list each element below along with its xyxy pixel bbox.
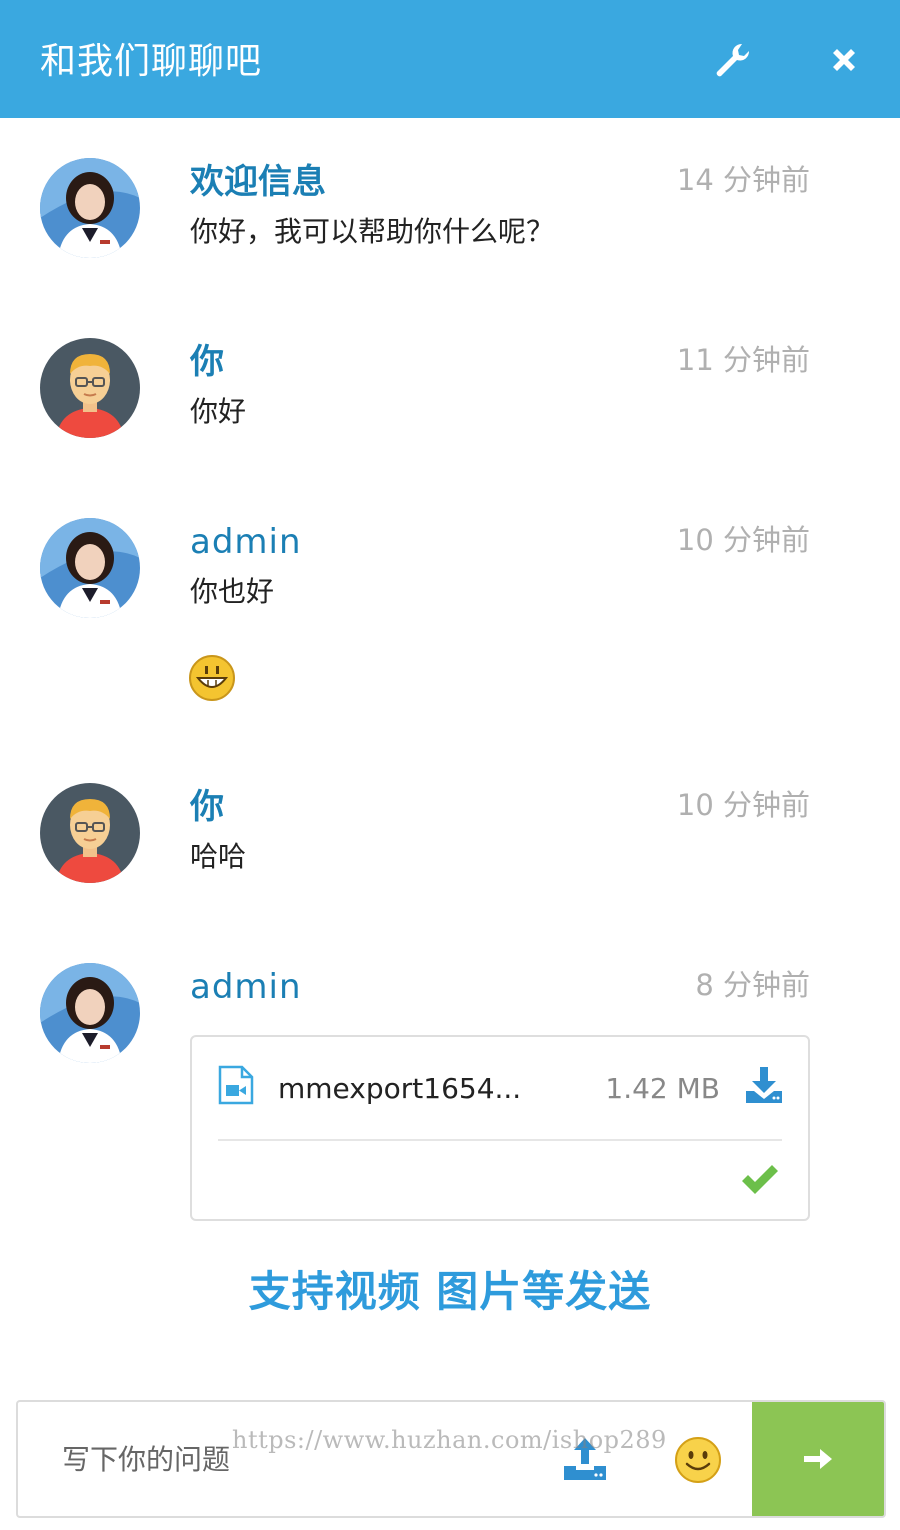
message-time: 14 分钟前 <box>676 163 810 197</box>
chat-title: 和我们聊聊吧 <box>40 41 263 82</box>
send-button[interactable] <box>752 1402 884 1516</box>
file-name: mmexport1654... <box>278 1072 522 1105</box>
message-text: 你也好 <box>190 575 275 608</box>
message-time: 10 分钟前 <box>676 788 810 822</box>
message-item: 欢迎信息 14 分钟前 你好，我可以帮助你什么呢？ <box>0 158 900 268</box>
message-item: admin 8 分钟前 mmexport1654... 1.42 MB <box>0 963 900 1223</box>
download-icon[interactable] <box>744 1065 784 1105</box>
arrow-right-icon <box>804 1449 832 1469</box>
user-avatar <box>40 338 140 438</box>
message-item: 你 11 分钟前 你好 <box>0 338 900 448</box>
sender-name: 你 <box>190 787 224 827</box>
message-text: 你好，我可以帮助你什么呢？ <box>190 215 555 248</box>
message-time: 8 分钟前 <box>695 968 810 1002</box>
message-time: 11 分钟前 <box>676 343 810 377</box>
message-text: 你好 <box>190 395 247 428</box>
message-item: admin 10 分钟前 你也好 <box>0 518 900 708</box>
video-file-icon <box>218 1065 254 1105</box>
message-time: 10 分钟前 <box>676 523 810 557</box>
agent-avatar <box>40 963 140 1063</box>
message-composer <box>16 1400 886 1518</box>
check-icon <box>740 1163 780 1199</box>
upload-icon[interactable] <box>562 1436 608 1482</box>
close-icon[interactable] <box>824 40 864 80</box>
user-avatar <box>40 783 140 883</box>
message-item: 你 10 分钟前 哈哈 <box>0 783 900 893</box>
sender-name: 你 <box>190 342 224 382</box>
sender-name: admin <box>190 967 302 1007</box>
agent-avatar <box>40 518 140 618</box>
smiley-icon[interactable] <box>674 1436 722 1484</box>
sender-name: admin <box>190 522 302 562</box>
sender-name: 欢迎信息 <box>190 162 326 202</box>
promo-text: 支持视频 图片等发送 <box>248 1267 652 1316</box>
wrench-icon[interactable] <box>712 40 752 80</box>
file-divider <box>218 1139 782 1141</box>
message-text: 哈哈 <box>190 840 247 873</box>
grin-emoji-icon <box>188 654 236 702</box>
agent-avatar <box>40 158 140 258</box>
file-size: 1.42 MB <box>605 1072 720 1105</box>
message-input[interactable] <box>18 1402 578 1516</box>
chat-header: 和我们聊聊吧 <box>0 0 900 118</box>
file-attachment[interactable]: mmexport1654... 1.42 MB <box>190 1035 810 1221</box>
